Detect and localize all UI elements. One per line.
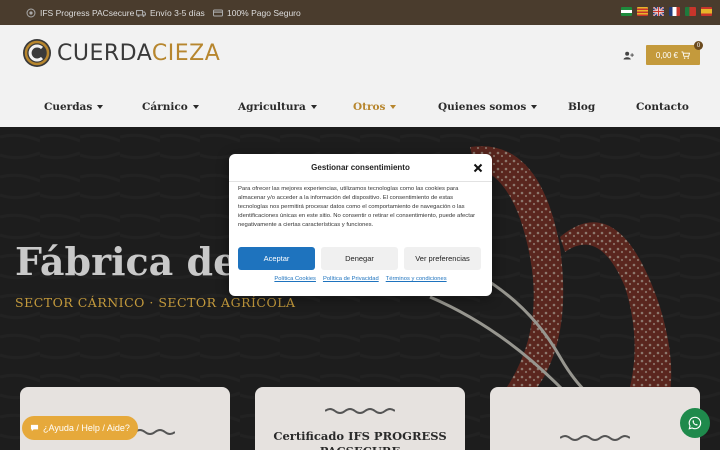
nav-label: Quienes somos xyxy=(438,101,527,113)
help-button-label: ¿Ayuda / Help / Aide? xyxy=(43,423,130,433)
chat-bubble-icon xyxy=(30,424,39,432)
nav-item-carnico[interactable]: Cárnico xyxy=(142,87,199,127)
close-icon[interactable] xyxy=(472,162,484,174)
chevron-down-icon xyxy=(531,105,538,109)
flag-france-icon[interactable] xyxy=(669,7,680,16)
cart-icon xyxy=(681,51,691,59)
feature-card-2[interactable]: Certificado IFS PROGRESS PACSECURE xyxy=(255,387,465,450)
cart-count-badge: 0 xyxy=(694,41,703,50)
cart-total: 0,00 € xyxy=(655,50,679,60)
truck-icon xyxy=(136,8,146,18)
whatsapp-icon xyxy=(688,416,702,430)
account-button[interactable] xyxy=(614,45,642,65)
rope-icon xyxy=(325,408,395,414)
site-logo[interactable]: CUERDACIEZA xyxy=(22,38,220,68)
feature-card-3[interactable] xyxy=(490,387,700,450)
logo-text-part1: CUERDA xyxy=(57,40,152,66)
whatsapp-button[interactable] xyxy=(680,408,710,438)
accept-button[interactable]: Aceptar xyxy=(238,247,315,270)
topbar-ifs-label: IFS Progress PACsecure xyxy=(40,7,135,18)
logo-text-part2: CIEZA xyxy=(151,40,221,66)
flag-uk-icon[interactable] xyxy=(653,7,664,16)
nav-label: Cuerdas xyxy=(44,101,93,113)
cookie-policy-link[interactable]: Política Cookies xyxy=(274,276,316,282)
cookie-consent-dialog: Gestionar consentimiento Para ofrecer la… xyxy=(229,154,492,296)
card-title: Certificado IFS PROGRESS PACSECURE xyxy=(273,429,447,450)
certificate-icon xyxy=(26,8,36,18)
logo-mark-icon xyxy=(23,39,51,67)
main-nav: Cuerdas Cárnico Agricultura Otros Quiene… xyxy=(0,87,720,127)
user-add-icon xyxy=(623,51,634,60)
site-header: CUERDACIEZA 0,00 € 0 xyxy=(0,25,720,87)
chevron-down-icon xyxy=(192,105,199,109)
rope-icon xyxy=(560,435,630,441)
chevron-down-icon xyxy=(310,105,317,109)
help-chat-button[interactable]: ¿Ayuda / Help / Aide? xyxy=(22,416,138,440)
divider xyxy=(229,181,492,182)
language-selector xyxy=(621,7,712,16)
cart-button[interactable]: 0,00 € 0 xyxy=(646,41,703,65)
chevron-down-icon xyxy=(390,105,397,109)
dialog-body: Para ofrecer las mejores experiencias, u… xyxy=(238,186,476,228)
nav-item-quienes-somos[interactable]: Quienes somos xyxy=(438,87,538,127)
nav-item-agricultura[interactable]: Agricultura xyxy=(238,87,317,127)
topbar-item-shipping: Envío 3-5 días xyxy=(136,0,205,25)
nav-label: Otros xyxy=(353,101,386,113)
nav-item-otros[interactable]: Otros xyxy=(353,87,397,127)
nav-item-cuerdas[interactable]: Cuerdas xyxy=(44,87,104,127)
flag-spain-icon[interactable] xyxy=(701,7,712,16)
credit-card-icon xyxy=(213,8,223,18)
nav-label: Blog xyxy=(568,101,596,113)
nav-item-contacto[interactable]: Contacto xyxy=(636,87,689,127)
nav-label: Cárnico xyxy=(142,101,188,113)
top-bar: IFS Progress PACsecure Envío 3-5 días 10… xyxy=(0,0,720,25)
nav-label: Agricultura xyxy=(238,101,306,113)
nav-label: Contacto xyxy=(636,101,689,113)
hero-subtitle: SECTOR CÁRNICO · SECTOR AGRÍCOLA xyxy=(15,295,296,310)
dialog-links: Política Cookies Política de Privacidad … xyxy=(229,276,492,282)
terms-link[interactable]: Términos y condiciones xyxy=(386,276,447,282)
nav-item-blog[interactable]: Blog xyxy=(568,87,595,127)
topbar-shipping-label: Envío 3-5 días xyxy=(150,7,205,18)
flag-andalucia-icon[interactable] xyxy=(621,7,632,16)
deny-button[interactable]: Denegar xyxy=(321,247,398,270)
flag-catalonia-icon[interactable] xyxy=(637,7,648,16)
topbar-item-payment: 100% Pago Seguro xyxy=(213,0,301,25)
preferences-button[interactable]: Ver preferencias xyxy=(404,247,481,270)
flag-portugal-icon[interactable] xyxy=(685,7,696,16)
topbar-payment-label: 100% Pago Seguro xyxy=(227,7,301,18)
dialog-title: Gestionar consentimiento xyxy=(311,163,410,172)
privacy-policy-link[interactable]: Política de Privacidad xyxy=(323,276,379,282)
topbar-item-ifs: IFS Progress PACsecure xyxy=(26,0,134,25)
chevron-down-icon xyxy=(97,105,104,109)
